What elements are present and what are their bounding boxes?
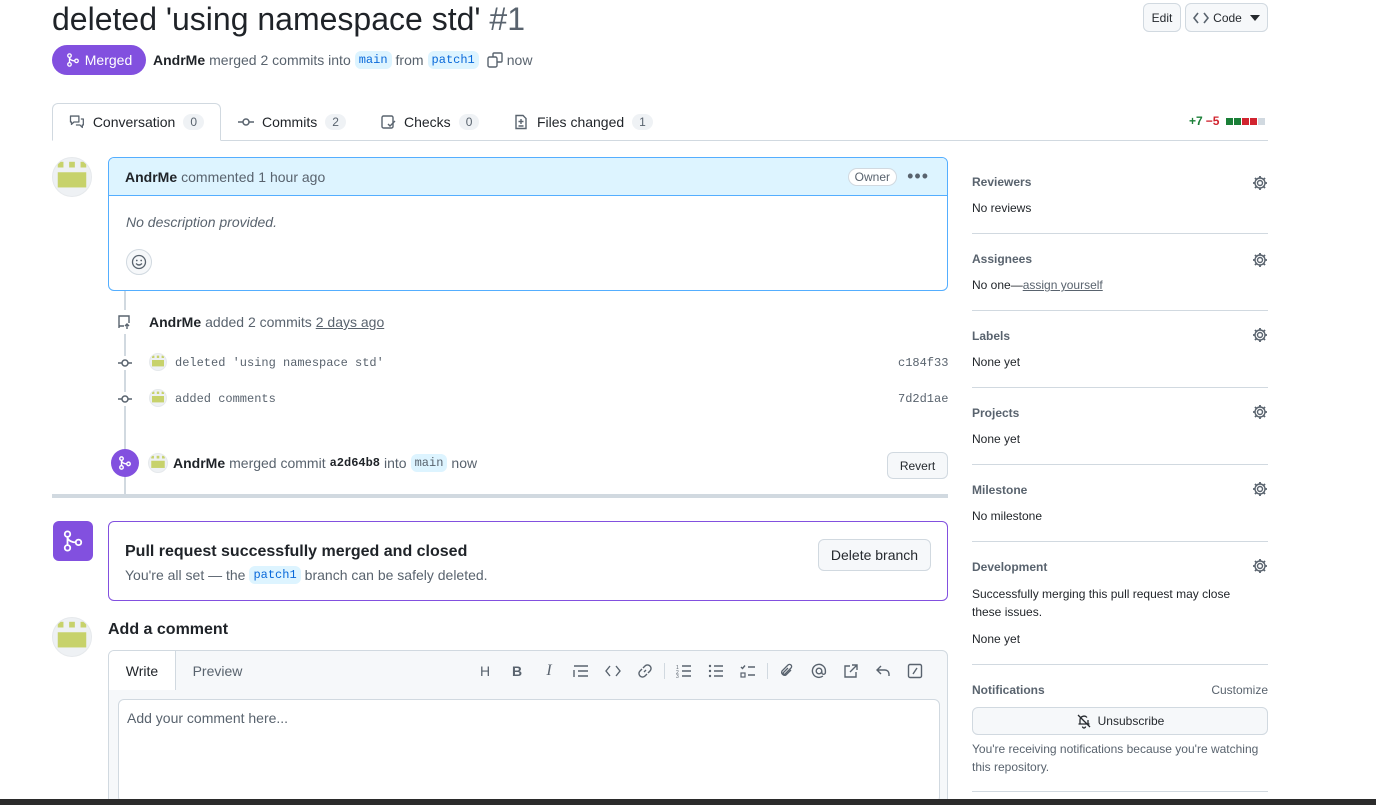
code-button[interactable]: Code — [1185, 3, 1268, 32]
sidebar-milestone: Milestone No milestone — [972, 465, 1268, 542]
taskbar — [0, 799, 1376, 805]
merge-event: AndrMe merged commit a2d64b8 into main n… — [173, 454, 478, 472]
bell-slash-icon — [1077, 714, 1091, 729]
merge-icon — [66, 53, 79, 67]
comment-time[interactable]: 1 hour ago — [258, 169, 325, 185]
merge-sha[interactable]: a2d64b8 — [330, 456, 380, 470]
avatar[interactable] — [148, 453, 168, 473]
commit-icon — [118, 392, 132, 406]
comment-author[interactable]: AndrMe — [125, 169, 177, 185]
sidebar-projects: Projects None yet — [972, 388, 1268, 465]
attach-icon[interactable] — [771, 661, 803, 681]
cross-reference-icon[interactable] — [835, 661, 867, 681]
mention-icon[interactable] — [803, 661, 835, 681]
branch-label[interactable]: patch1 — [249, 566, 301, 584]
timeline-divider — [52, 494, 948, 498]
commit-icon — [118, 356, 132, 370]
tab-preview[interactable]: Preview — [176, 651, 259, 690]
code-icon — [1193, 12, 1210, 23]
commit-sha[interactable]: 7d2d1ae — [898, 392, 948, 406]
customize-link[interactable]: Customize — [1211, 683, 1268, 697]
file-diff-icon — [515, 114, 527, 130]
sidebar-assignees: Assignees No one—assign yourself — [972, 234, 1268, 311]
diffstat-bar — [1226, 117, 1266, 125]
tab-conversation[interactable]: Conversation 0 — [52, 103, 221, 141]
add-reaction-button[interactable] — [126, 249, 152, 275]
author-link[interactable]: AndrMe — [153, 52, 205, 68]
sidebar-reviewers: Reviewers No reviews — [972, 166, 1268, 234]
comment-header: AndrMe commented 1 hour ago Owner ••• — [109, 158, 947, 196]
avatar[interactable] — [149, 389, 167, 407]
task-list-icon[interactable] — [732, 661, 764, 681]
merged-subtitle: You're all set — the patch1 branch can b… — [125, 566, 488, 584]
pr-meta: AndrMe merged 2 commits into main from p… — [153, 51, 533, 69]
gear-icon[interactable] — [1252, 327, 1268, 343]
gear-icon[interactable] — [1252, 404, 1268, 420]
avatar[interactable] — [52, 157, 92, 197]
italic-icon[interactable]: I — [533, 661, 565, 681]
list-item[interactable]: deleted 'using namespace std' — [175, 356, 384, 370]
avatar[interactable] — [149, 353, 167, 371]
diffstat: +7 −5 — [1189, 114, 1266, 128]
notification-note: You're receiving notifications because y… — [972, 742, 1259, 774]
checklist-icon — [381, 115, 396, 129]
kebab-menu-icon[interactable]: ••• — [907, 166, 929, 187]
base-branch[interactable]: main — [354, 51, 392, 69]
revert-button[interactable]: Revert — [887, 452, 948, 479]
branch-label[interactable]: main — [410, 454, 448, 472]
bold-icon[interactable]: B — [501, 661, 533, 681]
commit-sha[interactable]: c184f33 — [898, 356, 948, 370]
add-comment-title: Add a comment — [108, 621, 229, 638]
head-branch[interactable]: patch1 — [427, 51, 479, 69]
edit-button[interactable]: Edit — [1143, 3, 1181, 32]
page-title: deleted 'using namespace std' #1 — [52, 0, 525, 38]
gear-icon[interactable] — [1252, 252, 1268, 268]
repo-push-icon — [114, 310, 136, 334]
gear-icon[interactable] — [1252, 175, 1268, 191]
merged-status-box: Pull request successfully merged and clo… — [108, 521, 948, 601]
gear-icon[interactable] — [1252, 558, 1268, 574]
commit-icon — [238, 118, 254, 126]
merge-event-icon — [111, 449, 139, 477]
assign-yourself-link[interactable]: assign yourself — [1023, 278, 1103, 292]
tab-checks[interactable]: Checks 0 — [364, 103, 495, 141]
heading-icon[interactable]: H — [469, 661, 501, 681]
status-badge: Merged — [52, 45, 146, 75]
delete-branch-button[interactable]: Delete branch — [818, 539, 931, 571]
list-item[interactable]: added comments — [175, 392, 276, 406]
code-icon[interactable] — [597, 661, 629, 681]
pr-title: deleted 'using namespace std' — [52, 1, 481, 37]
sidebar-notifications: Notifications Customize — [972, 683, 1268, 697]
owner-badge: Owner — [847, 168, 897, 186]
slash-commands-icon[interactable] — [899, 661, 931, 681]
tab-commits[interactable]: Commits 2 — [222, 103, 362, 141]
comment-box: AndrMe commented 1 hour ago Owner ••• No… — [108, 157, 948, 291]
sidebar-labels: Labels None yet — [972, 311, 1268, 388]
tab-write[interactable]: Write — [109, 651, 176, 690]
avatar[interactable] — [52, 617, 92, 657]
copy-icon[interactable] — [487, 52, 503, 68]
ordered-list-icon[interactable]: 123 — [668, 661, 700, 681]
merged-title: Pull request successfully merged and clo… — [125, 543, 468, 560]
tab-files-changed[interactable]: Files changed 1 — [497, 103, 669, 141]
link-icon[interactable] — [629, 661, 661, 681]
reply-icon[interactable] — [867, 661, 899, 681]
sidebar-development: Development Successfully merging this pu… — [972, 542, 1268, 665]
comment-input[interactable]: Add your comment here... — [118, 699, 940, 803]
svg-text:3: 3 — [676, 674, 679, 678]
unordered-list-icon[interactable] — [700, 661, 732, 681]
conversation-icon — [69, 115, 84, 129]
comment-body: No description provided. — [126, 214, 277, 230]
comment-editor: Write Preview H B I 123 Add your comment… — [108, 650, 948, 805]
smiley-icon — [131, 254, 147, 270]
caret-down-icon — [1249, 14, 1260, 21]
gear-icon[interactable] — [1252, 481, 1268, 497]
unsubscribe-button[interactable]: Unsubscribe — [972, 707, 1268, 735]
commits-event: AndrMe added 2 commits 2 days ago — [149, 314, 385, 330]
merge-icon — [53, 521, 93, 561]
markdown-toolbar: H B I 123 — [469, 661, 931, 681]
quote-icon[interactable] — [565, 661, 597, 681]
pr-number: #1 — [489, 1, 525, 37]
